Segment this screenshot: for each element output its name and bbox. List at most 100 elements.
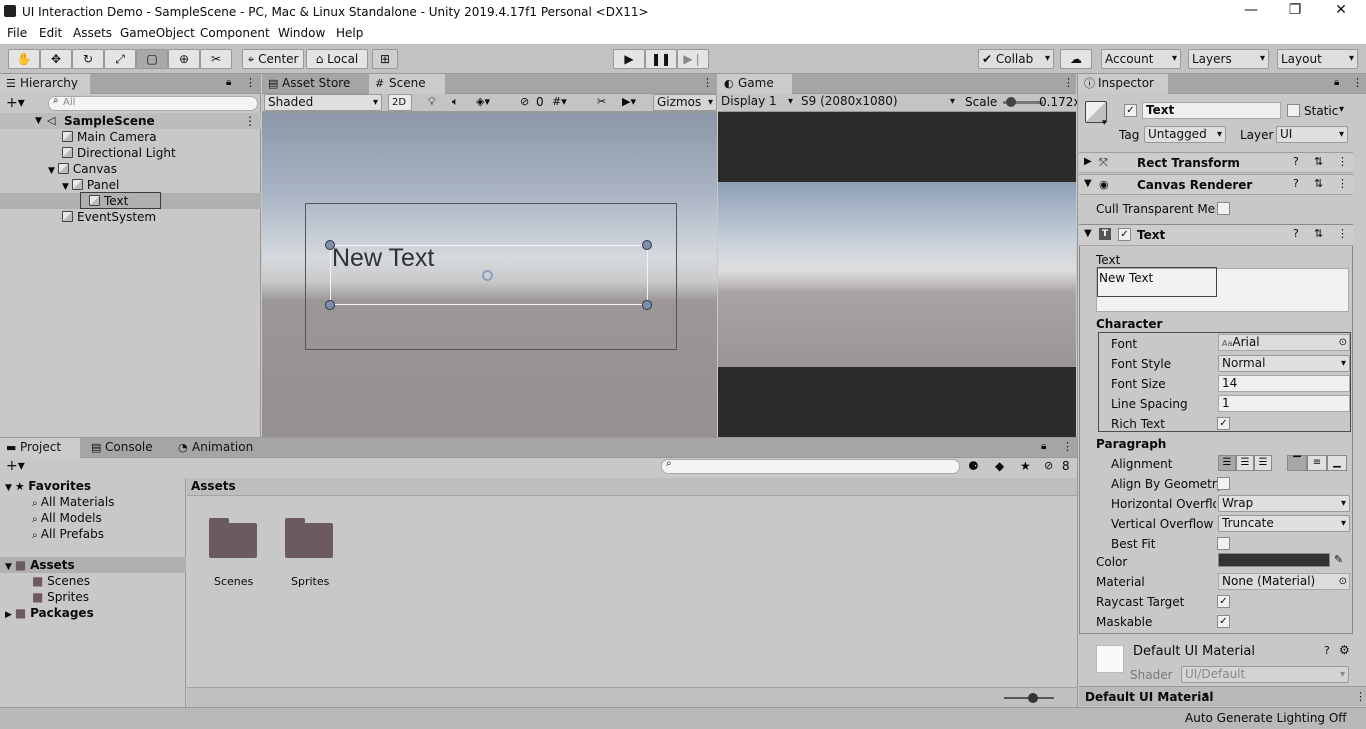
gizmos-dropdown[interactable]: Gizmos <box>653 94 717 111</box>
resolution-dropdown[interactable]: S9 (2080x1080) <box>798 94 958 111</box>
folder-sprites[interactable]: ■ Sprites <box>32 589 89 605</box>
menu-assets[interactable]: Assets <box>73 26 112 40</box>
menu-component[interactable]: Component <box>200 26 270 40</box>
preset-icon[interactable]: ⇅ <box>1314 177 1323 190</box>
lighting-icon[interactable]: 💡︎ <box>428 95 436 109</box>
cloud-button[interactable]: ☁ <box>1060 49 1092 69</box>
tab-asset-store[interactable]: ▤ Asset Store <box>262 74 368 94</box>
hidden-objects-icon[interactable]: ⊘ <box>520 95 529 108</box>
project-add-button[interactable]: +▾ <box>6 458 25 474</box>
tab-scene[interactable]: # Scene <box>369 74 445 94</box>
grid-toggle-icon[interactable]: #▾ <box>552 95 567 108</box>
assets-folder-row[interactable]: ▼ ■ Assets <box>0 557 186 573</box>
2d-toggle[interactable]: 2D <box>388 94 412 111</box>
font-size-field[interactable]: 14 <box>1218 375 1350 392</box>
pivot-local-button[interactable]: ⌂ Local <box>306 49 368 69</box>
help-icon[interactable]: ? <box>1293 155 1299 168</box>
component-menu-icon[interactable]: ⋮ <box>1337 227 1348 240</box>
search-by-label-icon[interactable]: ◆ <box>995 459 1004 473</box>
expand-arrow-icon[interactable]: ▼ <box>5 562 12 572</box>
lock-icon[interactable]: 🔒︎ <box>226 77 231 88</box>
custom-tool-icon[interactable]: ✂ <box>200 49 232 69</box>
panel-menu-icon[interactable]: ⋮ <box>702 76 713 89</box>
tab-game[interactable]: ◐ Game <box>718 74 792 94</box>
material-field[interactable]: None (Material) ⊙ <box>1218 573 1350 590</box>
pause-button[interactable]: ❚❚ <box>645 49 677 69</box>
packages-row[interactable]: ▶ ■ Packages <box>0 605 94 621</box>
asset-folder-scenes[interactable] <box>209 518 257 558</box>
align-center-button[interactable]: ☰ <box>1236 455 1254 471</box>
static-dropdown-icon[interactable]: ▾ <box>1339 104 1344 115</box>
play-button[interactable]: ▶ <box>613 49 645 69</box>
component-menu-icon[interactable]: ⋮ <box>1337 177 1348 190</box>
lock-icon[interactable]: 🔒︎ <box>1041 441 1046 452</box>
game-viewport[interactable] <box>718 182 1076 367</box>
favorite-all-materials[interactable]: ⌕ All Materials <box>32 494 114 510</box>
menu-help[interactable]: Help <box>336 26 363 40</box>
tab-hierarchy[interactable]: ☰ Hierarchy <box>0 74 90 94</box>
menu-window[interactable]: Window <box>278 26 325 40</box>
pivot-handle[interactable] <box>482 270 493 281</box>
menu-edit[interactable]: Edit <box>39 26 62 40</box>
shader-dropdown[interactable]: UI/Default <box>1181 666 1349 683</box>
layers-dropdown[interactable]: Layers <box>1188 49 1269 69</box>
favorite-star-icon[interactable]: ★ <box>1020 459 1031 473</box>
panel-menu-icon[interactable]: ⋮ <box>1355 690 1366 703</box>
scene-viewport[interactable]: New Text <box>262 113 717 437</box>
tab-inspector[interactable]: ⓘ Inspector <box>1078 74 1168 94</box>
hierarchy-item-directional-light[interactable]: Directional Light <box>62 145 176 161</box>
rect-handle-tl[interactable] <box>325 240 335 250</box>
favorite-all-prefabs[interactable]: ⌕ All Prefabs <box>32 526 104 542</box>
tag-dropdown[interactable]: Untagged <box>1144 126 1226 143</box>
hierarchy-search[interactable]: ⌕ All <box>48 95 258 111</box>
canvas-renderer-header[interactable]: ▼ ◉ Canvas Renderer ? ⇅ ⋮ <box>1079 174 1353 195</box>
audio-icon[interactable]: 🔈︎ <box>452 95 459 109</box>
eyedropper-icon[interactable]: ✎ <box>1334 553 1343 566</box>
rich-text-checkbox[interactable]: ✓ <box>1217 417 1230 430</box>
minimize-button[interactable]: — <box>1242 2 1260 18</box>
preset-icon[interactable]: ⇅ <box>1314 227 1323 240</box>
horizontal-overflow-dropdown[interactable]: Wrap <box>1218 495 1350 512</box>
text-area[interactable]: New Text <box>1096 267 1349 312</box>
rect-handle-br[interactable] <box>642 300 652 310</box>
help-icon[interactable]: ? <box>1293 227 1299 240</box>
grid-snap-icon[interactable]: ⊞ <box>372 49 398 69</box>
panel-menu-icon[interactable]: ⋮ <box>1062 440 1073 453</box>
favorite-all-models[interactable]: ⌕ All Models <box>32 510 102 526</box>
rect-transform-header[interactable]: ▶ ⤧ Rect Transform ? ⇅ ⋮ <box>1079 152 1353 173</box>
hierarchy-item-panel[interactable]: ▼ Panel <box>62 177 119 193</box>
close-button[interactable]: ✕ <box>1332 2 1350 18</box>
hierarchy-item-eventsystem[interactable]: EventSystem <box>62 209 156 225</box>
scene-menu-icon[interactable]: ⋮ <box>244 113 256 129</box>
help-icon[interactable]: ? <box>1293 177 1299 190</box>
lock-icon[interactable]: 🔒︎ <box>1334 77 1339 88</box>
breadcrumb[interactable]: Assets <box>191 479 236 493</box>
expand-arrow-icon[interactable]: ▼ <box>1084 178 1092 189</box>
text-component-header[interactable]: ▼ T ✓ Text ? ⇅ ⋮ <box>1079 225 1353 246</box>
vertical-overflow-dropdown[interactable]: Truncate <box>1218 515 1350 532</box>
move-tool-icon[interactable]: ✥ <box>40 49 72 69</box>
panel-menu-icon[interactable]: ⋮ <box>245 76 256 89</box>
collab-dropdown[interactable]: ✔ Collab <box>978 49 1054 69</box>
raycast-checkbox[interactable]: ✓ <box>1217 595 1230 608</box>
rect-handle-tr[interactable] <box>642 240 652 250</box>
panel-menu-icon[interactable]: ⋮ <box>1352 76 1363 89</box>
folder-scenes[interactable]: ■ Scenes <box>32 573 90 589</box>
rect-tool-icon[interactable]: ▢ <box>136 49 168 69</box>
expand-arrow-icon[interactable]: ▼ <box>62 182 69 192</box>
icon-size-slider[interactable] <box>1004 693 1054 703</box>
expand-arrow-icon[interactable]: ▼ <box>1084 228 1092 239</box>
align-right-button[interactable]: ☰ <box>1254 455 1272 471</box>
cull-checkbox[interactable] <box>1217 202 1230 215</box>
scale-tool-icon[interactable]: ⤢ <box>104 49 136 69</box>
collapse-arrow-icon[interactable]: ▶ <box>5 610 12 620</box>
scale-slider-knob[interactable] <box>1006 97 1016 107</box>
pivot-center-button[interactable]: ⌖ Center <box>242 49 304 69</box>
effects-icon[interactable]: ◈▾ <box>476 95 490 108</box>
active-checkbox[interactable]: ✓ <box>1124 104 1137 117</box>
tab-console[interactable]: ▤ Console <box>85 438 165 458</box>
rotate-tool-icon[interactable]: ↻ <box>72 49 104 69</box>
align-bottom-button[interactable]: ▁ <box>1327 455 1347 471</box>
font-field[interactable]: AaArial ⊙ <box>1218 334 1350 351</box>
favorites-row[interactable]: ▼ ★ Favorites <box>0 478 186 494</box>
